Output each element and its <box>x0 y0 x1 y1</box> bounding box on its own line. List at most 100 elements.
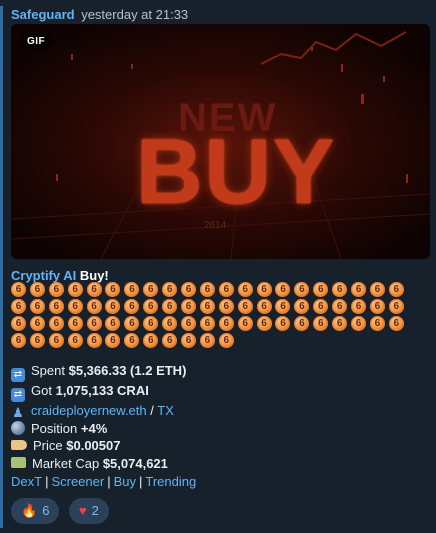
fire-icon: 🔥 <box>21 503 38 518</box>
coin-emoji-icon: 6 <box>105 333 121 348</box>
coin-emoji-icon: 6 <box>332 282 348 297</box>
coin-emoji-icon: 6 <box>11 299 26 314</box>
coin-row: 666666666666666666666 <box>11 316 429 333</box>
tx-link[interactable]: TX <box>157 403 174 418</box>
coin-emoji-icon: 6 <box>48 333 64 348</box>
price-value: $0.00507 <box>66 438 121 454</box>
coin-emoji-icon: 6 <box>162 282 178 297</box>
marketcap-label: Market Cap <box>32 455 100 471</box>
coin-row: 666666666666666666666 <box>11 299 429 316</box>
coin-emoji-icon: 6 <box>67 333 83 348</box>
reaction-heart[interactable]: ♥ 2 <box>68 498 109 524</box>
marketcap-value: $5,074,621 <box>102 455 168 471</box>
coin-emoji-icon: 6 <box>181 333 197 348</box>
coin-emoji-icon: 6 <box>237 299 253 314</box>
coin-emoji-icon: 6 <box>143 299 159 314</box>
message-time: yesterday at 21:33 <box>81 7 189 22</box>
coin-emoji-icon: 6 <box>143 333 159 348</box>
marketcap-line: Market Cap $5,074,621 <box>11 455 186 472</box>
coin-emoji-icon: 6 <box>199 299 215 314</box>
money-icon <box>11 456 26 468</box>
screener-link[interactable]: Screener <box>51 474 104 489</box>
buy-label: Buy! <box>79 268 109 283</box>
dext-link[interactable]: DexT <box>11 474 42 489</box>
coin-emoji-block: 6666666666666666666666666666666666666666… <box>11 282 429 350</box>
got-line: ⇄ Got 1,075,133 CRAI <box>11 382 186 402</box>
coin-emoji-icon: 6 <box>332 316 348 331</box>
tag-icon <box>11 440 27 451</box>
gif-media[interactable]: GIF NEW BUY 2614 <box>11 24 430 259</box>
person-icon: ♟ <box>12 405 24 420</box>
coin-emoji-icon: 6 <box>369 299 385 314</box>
coin-emoji-icon: 6 <box>143 282 159 297</box>
coin-emoji-icon: 6 <box>124 282 140 297</box>
coin-emoji-icon: 6 <box>294 282 310 297</box>
coin-emoji-icon: 6 <box>11 333 26 348</box>
coin-emoji-icon: 6 <box>294 299 310 314</box>
deployer-link[interactable]: craideployernew.eth <box>31 403 147 418</box>
reaction-fire[interactable]: 🔥 6 <box>11 498 60 524</box>
coin-row: 666666666666666666666 <box>11 282 429 299</box>
sender-name[interactable]: Safeguard <box>11 7 75 22</box>
bottom-links: DexT | Screener | Buy | Trending <box>11 474 197 489</box>
coin-emoji-icon: 6 <box>124 299 140 314</box>
coin-emoji-icon: 6 <box>29 299 45 314</box>
coin-emoji-icon: 6 <box>351 299 367 314</box>
trending-link[interactable]: Trending <box>145 474 196 489</box>
coin-emoji-icon: 6 <box>388 316 404 331</box>
coin-emoji-icon: 6 <box>86 316 102 331</box>
coin-emoji-icon: 6 <box>256 282 272 297</box>
coin-emoji-icon: 6 <box>199 316 215 331</box>
buy-link[interactable]: Buy <box>114 474 136 489</box>
gif-badge: GIF <box>20 34 53 49</box>
coin-emoji-icon: 6 <box>48 316 64 331</box>
coin-emoji-icon: 6 <box>11 316 26 331</box>
coin-emoji-icon: 6 <box>86 282 102 297</box>
coin-emoji-icon: 6 <box>332 299 348 314</box>
token-link[interactable]: Cryptify AI <box>11 268 76 283</box>
coin-emoji-icon: 6 <box>86 299 102 314</box>
coin-emoji-icon: 6 <box>199 333 215 348</box>
coin-emoji-icon: 6 <box>124 333 140 348</box>
coin-emoji-icon: 6 <box>275 316 291 331</box>
trade-stats: ⇄ Spent $5,366.33 (1.2 ETH) ⇄ Got 1,075,13… <box>11 362 186 472</box>
coin-emoji-icon: 6 <box>67 316 83 331</box>
coin-emoji-icon: 6 <box>29 316 45 331</box>
price-label: Price <box>33 438 63 454</box>
spent-value: $5,366.33 (1.2 ETH) <box>68 363 187 378</box>
swap-icon: ⇄ <box>11 368 25 382</box>
price-line: Price $0.00507 <box>11 437 186 454</box>
coin-emoji-icon: 6 <box>275 299 291 314</box>
position-label: Position <box>31 421 78 436</box>
coin-emoji-icon: 6 <box>218 316 234 331</box>
coin-emoji-icon: 6 <box>29 333 45 348</box>
gif-text-mark: 2614 <box>204 220 227 231</box>
coin-emoji-icon: 6 <box>181 282 197 297</box>
coin-emoji-icon: 6 <box>351 316 367 331</box>
coin-emoji-icon: 6 <box>105 316 121 331</box>
message-bubble: Safeguard yesterday at 21:33 GIF NEW BUY… <box>0 0 436 533</box>
coin-emoji-icon: 6 <box>388 299 404 314</box>
coin-emoji-icon: 6 <box>237 282 253 297</box>
position-line: Position +4% <box>11 420 186 437</box>
coin-emoji-icon: 6 <box>369 282 385 297</box>
coin-emoji-icon: 6 <box>11 282 26 297</box>
coin-emoji-icon: 6 <box>369 316 385 331</box>
message-accent-bar <box>0 6 3 528</box>
reaction-count: 6 <box>42 503 50 518</box>
globe-icon <box>11 421 25 435</box>
coin-emoji-icon: 6 <box>275 282 291 297</box>
spent-label: Spent <box>31 363 65 378</box>
coin-emoji-icon: 6 <box>48 299 64 314</box>
coin-emoji-icon: 6 <box>162 299 178 314</box>
coin-emoji-icon: 6 <box>313 282 329 297</box>
link-separator: / <box>150 403 154 418</box>
coin-emoji-icon: 6 <box>199 282 215 297</box>
coin-emoji-icon: 6 <box>29 282 45 297</box>
coin-emoji-icon: 6 <box>86 333 102 348</box>
coin-emoji-icon: 6 <box>256 316 272 331</box>
coin-emoji-icon: 6 <box>218 299 234 314</box>
coin-emoji-icon: 6 <box>313 299 329 314</box>
coin-emoji-icon: 6 <box>388 282 404 297</box>
coin-emoji-icon: 6 <box>256 299 272 314</box>
